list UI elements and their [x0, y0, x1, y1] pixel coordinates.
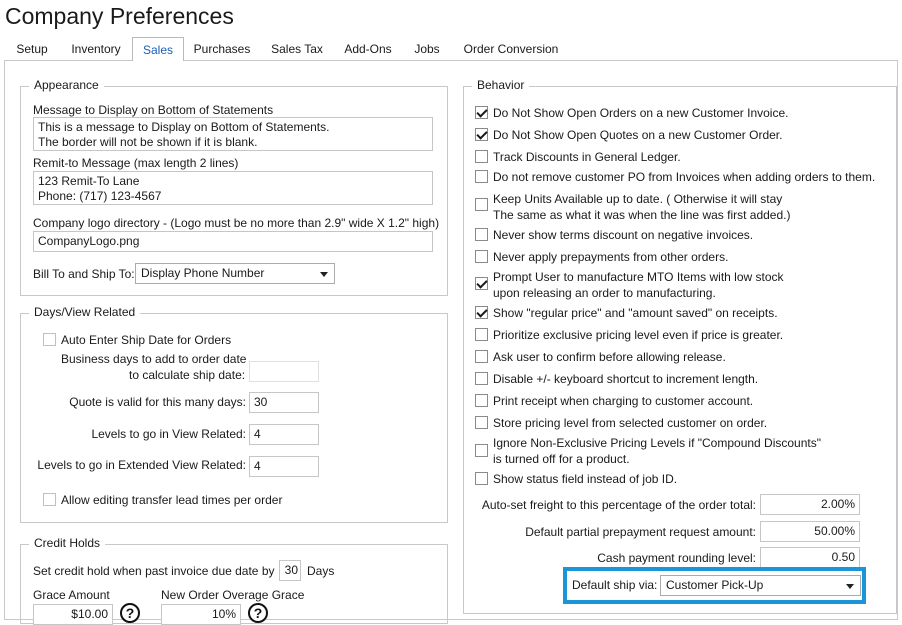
transfer-lead-times-label: Allow editing transfer lead times per or… [61, 493, 283, 507]
behavior-checkbox-12[interactable] [475, 394, 488, 407]
business-days-label-line2: to calculate ship date: [129, 368, 246, 382]
behavior-option-0: Do Not Show Open Orders on a new Custome… [493, 106, 789, 120]
tab-setup[interactable]: Setup [4, 37, 60, 61]
credit-holds-group-title: Credit Holds [29, 536, 106, 550]
behavior-option-12: Print receipt when charging to customer … [493, 394, 754, 408]
business-days-label-line1: Business days to add to order date [61, 352, 247, 366]
behavior-checkbox-11[interactable] [475, 372, 488, 385]
behavior-checkbox-3[interactable] [475, 170, 488, 183]
levels-view-related-label: Levels to go in View Related: [91, 427, 246, 441]
overage-grace-label: New Order Overage Grace [161, 588, 305, 602]
behavior-option-6: Never apply prepayments from other order… [493, 250, 729, 264]
behavior-checkbox-10[interactable] [475, 350, 488, 363]
prepayment-amount-field[interactable]: 50.00% [760, 521, 860, 542]
bill-ship-dropdown[interactable]: Display Phone Number [135, 263, 335, 284]
tab-purchases[interactable]: Purchases [186, 37, 258, 61]
chevron-down-icon [846, 584, 854, 589]
behavior-option-3: Do not remove customer PO from Invoices … [493, 170, 876, 184]
tab-order-conversion[interactable]: Order Conversion [456, 37, 566, 61]
behavior-option-4-line2: The same as what it was when the line wa… [493, 208, 791, 222]
overage-grace-field[interactable]: 10% [161, 604, 241, 625]
logo-directory-label: Company logo directory - (Logo must be n… [33, 216, 440, 230]
levels-extended-field[interactable]: 4 [249, 456, 319, 477]
rounding-level-field[interactable]: 0.50 [760, 547, 860, 568]
behavior-option-9: Prioritize exclusive pricing level even … [493, 328, 784, 342]
rounding-level-label: Cash payment rounding level: [597, 551, 756, 565]
tab-add-ons[interactable]: Add-Ons [336, 37, 400, 61]
prepayment-amount-label: Default partial prepayment request amoun… [525, 525, 756, 539]
behavior-checkbox-0[interactable] [475, 106, 488, 119]
behavior-option-14-line1: Ignore Non-Exclusive Pricing Levels if "… [493, 436, 822, 450]
freight-percentage-label: Auto-set freight to this percentage of t… [481, 498, 756, 512]
grace-amount-label: Grace Amount [33, 588, 110, 602]
credit-hold-days-label: Days [307, 564, 335, 578]
grace-amount-field[interactable]: $10.00 [33, 604, 113, 625]
behavior-option-15: Show status field instead of job ID. [493, 472, 678, 486]
behavior-option-14-line2: is turned off for a product. [493, 452, 630, 466]
behavior-option-10: Ask user to confirm before allowing rele… [493, 350, 726, 364]
behavior-checkbox-5[interactable] [475, 228, 488, 241]
credit-hold-label: Set credit hold when past invoice due da… [33, 564, 275, 578]
behavior-option-13: Store pricing level from selected custom… [493, 416, 768, 430]
freight-percentage-field[interactable]: 2.00% [760, 494, 860, 515]
days-view-group-title: Days/View Related [29, 305, 141, 319]
behavior-checkbox-7[interactable] [475, 277, 488, 290]
tab-sales-tax[interactable]: Sales Tax [262, 37, 332, 61]
remit-message-line2: Phone: (717) 123-4567 [38, 189, 162, 203]
quote-valid-field[interactable]: 30 [249, 392, 319, 413]
tab-sales[interactable]: Sales [132, 37, 184, 61]
logo-directory-field[interactable]: CompanyLogo.png [33, 231, 433, 252]
behavior-option-2: Track Discounts in General Ledger. [493, 150, 681, 164]
auto-ship-date-label: Auto Enter Ship Date for Orders [61, 333, 232, 347]
window-title: Company Preferences [5, 3, 234, 29]
levels-extended-label: Levels to go in Extended View Related: [37, 458, 246, 472]
quote-valid-label: Quote is valid for this many days: [69, 395, 246, 409]
remit-message-line1: 123 Remit-To Lane [38, 174, 140, 188]
behavior-checkbox-2[interactable] [475, 150, 488, 163]
remit-message-field[interactable]: 123 Remit-To Lane Phone: (717) 123-4567 [33, 171, 433, 205]
behavior-option-5: Never show terms discount on negative in… [493, 228, 754, 242]
bill-ship-label: Bill To and Ship To: [33, 267, 135, 281]
grace-amount-help-icon[interactable]: ? [120, 603, 140, 623]
tab-inventory[interactable]: Inventory [60, 37, 132, 61]
transfer-lead-times-checkbox[interactable] [43, 493, 56, 506]
statement-message-line2: The border will not be shown if it is bl… [38, 135, 258, 149]
levels-view-related-field[interactable]: 4 [249, 424, 319, 445]
behavior-option-4-line1: Keep Units Available up to date. ( Other… [493, 192, 783, 206]
statement-message-line1: This is a message to Display on Bottom o… [38, 120, 330, 134]
auto-ship-date-checkbox[interactable] [43, 333, 56, 346]
behavior-checkbox-15[interactable] [475, 472, 488, 485]
credit-hold-days-field[interactable]: 30 [279, 560, 301, 581]
statement-message-label: Message to Display on Bottom of Statemen… [33, 103, 274, 117]
behavior-group-title: Behavior [472, 78, 530, 92]
business-days-field[interactable] [249, 361, 319, 382]
behavior-option-11: Disable +/- keyboard shortcut to increme… [493, 372, 759, 386]
behavior-checkbox-13[interactable] [475, 416, 488, 429]
ship-via-label: Default ship via: [572, 578, 658, 592]
statement-message-field[interactable]: This is a message to Display on Bottom o… [33, 117, 433, 151]
behavior-checkbox-4[interactable] [475, 198, 488, 211]
behavior-checkbox-9[interactable] [475, 328, 488, 341]
behavior-checkbox-14[interactable] [475, 444, 488, 457]
remit-message-label: Remit-to Message (max length 2 lines) [33, 156, 239, 170]
behavior-option-8: Show "regular price" and "amount saved" … [493, 306, 778, 320]
behavior-checkbox-6[interactable] [475, 250, 488, 263]
overage-grace-help-icon[interactable]: ? [248, 603, 268, 623]
appearance-group-title: Appearance [29, 78, 104, 92]
tab-jobs[interactable]: Jobs [406, 37, 448, 61]
chevron-down-icon [320, 272, 328, 277]
ship-via-value: Customer Pick-Up [666, 578, 764, 592]
behavior-checkbox-8[interactable] [475, 306, 488, 319]
behavior-option-1: Do Not Show Open Quotes on a new Custome… [493, 128, 783, 142]
bill-ship-value: Display Phone Number [141, 266, 265, 280]
behavior-option-7-line2: upon releasing an order to manufacturing… [493, 286, 716, 300]
ship-via-dropdown[interactable]: Customer Pick-Up [660, 575, 861, 596]
behavior-checkbox-1[interactable] [475, 128, 488, 141]
behavior-option-7-line1: Prompt User to manufacture MTO Items wit… [493, 270, 784, 284]
